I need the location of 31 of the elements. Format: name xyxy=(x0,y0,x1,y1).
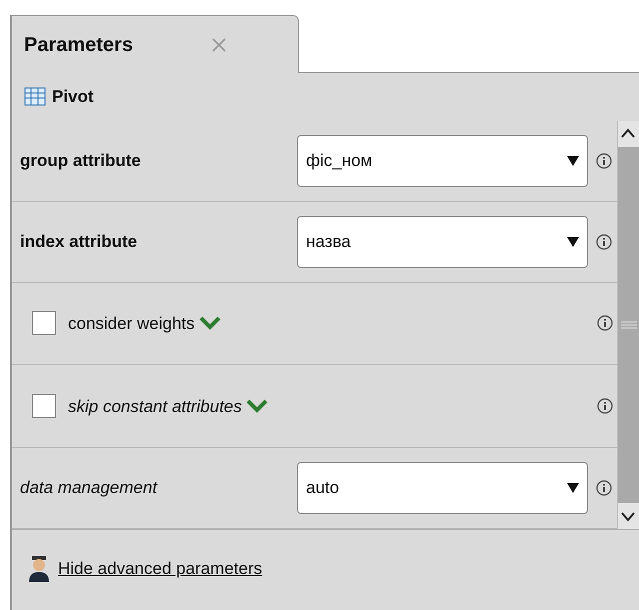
parameter-label: index attribute xyxy=(20,230,138,253)
parameter-label: consider weights xyxy=(68,312,195,335)
dropdown-value: назва xyxy=(306,230,352,253)
person-icon xyxy=(28,555,50,583)
scrollbar[interactable] xyxy=(617,121,639,529)
hide-advanced-link[interactable]: Hide advanced parameters xyxy=(58,556,262,582)
chevron-down-icon xyxy=(246,399,268,414)
info-icon[interactable] xyxy=(596,480,612,496)
info-icon[interactable] xyxy=(596,234,612,250)
parameter-label: data management xyxy=(20,477,159,500)
dropdown-value: auto xyxy=(306,477,340,500)
dropdown-field[interactable]: фіс_ном xyxy=(297,134,588,187)
dropdown-value: фіс_ном xyxy=(306,150,374,172)
info-icon[interactable] xyxy=(596,152,612,169)
info-icon[interactable] xyxy=(597,315,613,332)
parameter-label: group attribute xyxy=(20,150,142,172)
table-icon xyxy=(24,87,48,107)
operator-name: Pivot xyxy=(52,86,94,108)
checkbox[interactable] xyxy=(32,394,56,418)
parameters-tab[interactable]: Parameters xyxy=(12,15,299,73)
parameter-label: skip constant attributes xyxy=(68,396,242,418)
checkbox[interactable] xyxy=(32,311,56,336)
chevron-down-icon xyxy=(198,316,221,330)
dropdown-arrow-icon xyxy=(567,156,579,166)
dropdown-field[interactable]: auto xyxy=(297,462,588,514)
dropdown-arrow-icon xyxy=(567,236,579,247)
info-icon[interactable] xyxy=(597,398,613,414)
tab-title: Parameters xyxy=(24,32,134,58)
dropdown-field[interactable]: назва xyxy=(297,216,588,268)
scrollbar-thumb[interactable] xyxy=(618,147,639,503)
dropdown-arrow-icon xyxy=(567,483,579,494)
